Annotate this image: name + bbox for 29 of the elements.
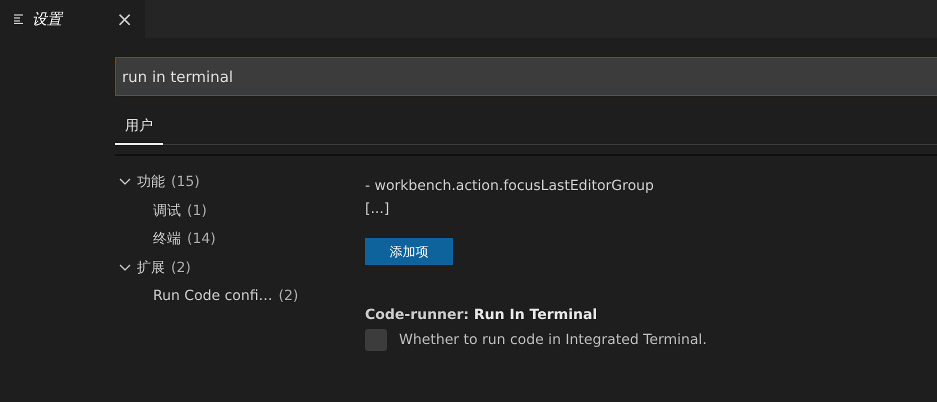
menu-icon	[14, 14, 24, 24]
checkbox[interactable]	[365, 329, 387, 351]
tree-item[interactable]: 调试 (1)	[115, 196, 365, 225]
tree-count: (2)	[171, 260, 191, 276]
tree-count: (14)	[187, 231, 216, 248]
tree-item[interactable]: 终端 (14)	[115, 225, 365, 254]
add-item-button[interactable]: 添加项	[365, 238, 453, 265]
search-field[interactable]: run in terminal	[115, 57, 937, 96]
list-line: - workbench.action.focusLastEditorGroup	[365, 177, 655, 196]
tree-label: 功能	[137, 173, 165, 192]
tab-title: 设置	[32, 10, 64, 28]
tree-label: 扩展	[137, 258, 165, 277]
tree-count: (15)	[171, 174, 200, 190]
chevron-down-icon	[119, 178, 131, 186]
tree-label: 终端	[153, 230, 181, 248]
chevron-down-icon	[119, 264, 131, 272]
setting-title: Code-runner: Run In Terminal	[365, 307, 598, 323]
setting-description: Whether to run code in Integrated Terminal.	[399, 332, 707, 348]
tree-item[interactable]: 扩展 (2)	[115, 254, 365, 282]
settings-tab[interactable]: 设置 ×	[0, 0, 145, 38]
tree-item[interactable]: Run Code confi… (2)	[115, 282, 365, 310]
tree-count: (2)	[278, 288, 298, 304]
tree-count: (1)	[187, 202, 207, 219]
tree-item[interactable]: 功能 (15)	[115, 168, 365, 196]
tree-label: Run Code confi…	[153, 288, 273, 304]
tree-label: 调试	[153, 202, 181, 220]
close-button[interactable]: ×	[116, 7, 133, 31]
scope-tab[interactable]: 用户	[115, 117, 163, 145]
list-line: [...]	[365, 200, 390, 218]
